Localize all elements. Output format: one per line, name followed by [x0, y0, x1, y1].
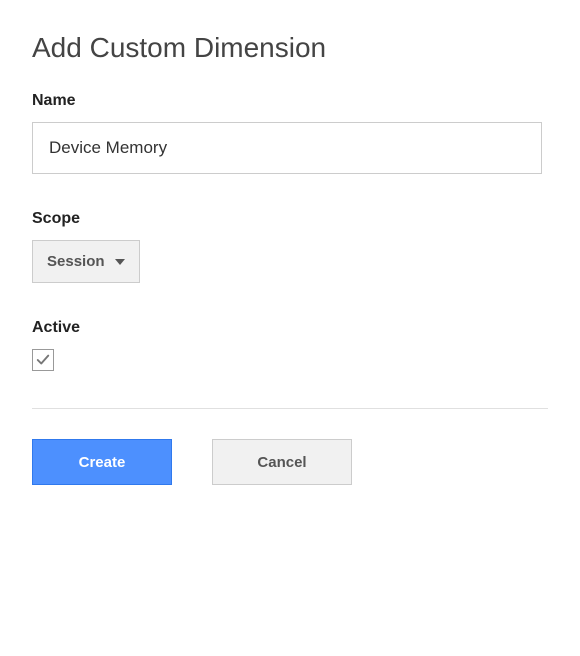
name-input[interactable]	[32, 122, 542, 174]
active-checkbox[interactable]	[32, 349, 54, 371]
scope-dropdown[interactable]: Session	[32, 240, 140, 283]
create-button[interactable]: Create	[32, 439, 172, 485]
scope-selected-value: Session	[47, 253, 105, 270]
button-row: Create Cancel	[32, 439, 548, 485]
divider	[32, 408, 548, 409]
scope-field-group: Scope Session	[32, 210, 548, 283]
active-field-group: Active	[32, 319, 548, 372]
checkmark-icon	[36, 353, 50, 367]
cancel-button[interactable]: Cancel	[212, 439, 352, 485]
page-title: Add Custom Dimension	[32, 32, 548, 64]
name-label: Name	[32, 92, 548, 110]
scope-label: Scope	[32, 210, 548, 228]
active-label: Active	[32, 319, 548, 337]
chevron-down-icon	[115, 259, 125, 265]
name-field-group: Name	[32, 92, 548, 174]
